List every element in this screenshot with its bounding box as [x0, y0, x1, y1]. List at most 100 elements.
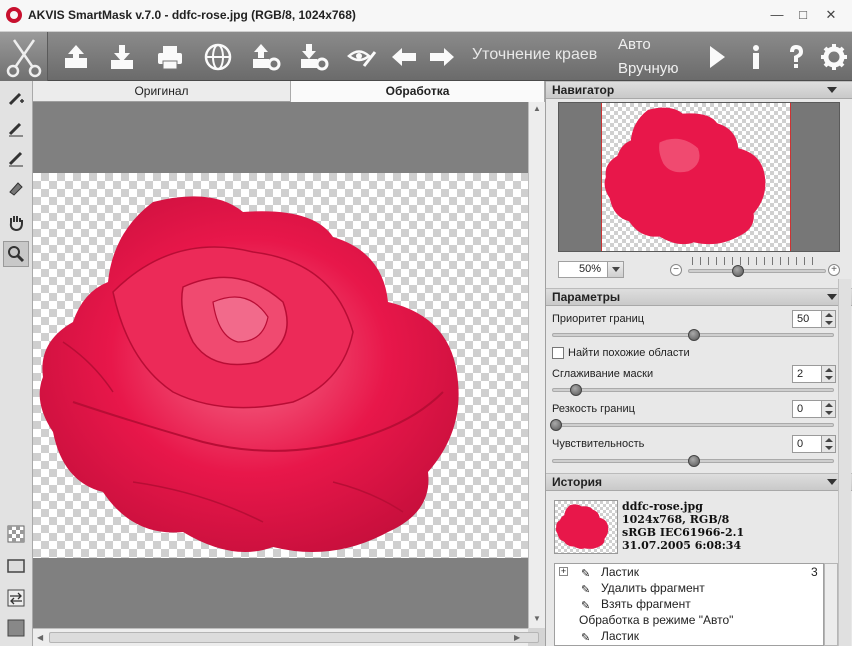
magic-brush-tool[interactable]: [3, 145, 29, 171]
edge-priority-knob[interactable]: [688, 329, 700, 341]
brush-icon: [8, 151, 23, 167]
eye-pencil-icon: [347, 50, 377, 67]
history-item[interactable]: Удалить фрагмент: [601, 581, 705, 595]
zoom-tool[interactable]: [3, 241, 29, 267]
scroll-thumb[interactable]: [49, 632, 539, 643]
history-scrollbar[interactable]: [824, 563, 838, 646]
background-type-button[interactable]: [3, 521, 29, 547]
spinner-arrows-icon[interactable]: [821, 366, 835, 382]
mask-smoothing-slider[interactable]: [552, 388, 834, 392]
history-item[interactable]: Ластик: [601, 629, 639, 643]
zoom-select[interactable]: 50%: [558, 261, 624, 278]
main-toolbar: Уточнение краев Авто Вручную: [0, 32, 852, 81]
tab-processing[interactable]: Обработка: [291, 81, 545, 102]
redo-button[interactable]: [424, 39, 460, 75]
navigator-image: [601, 103, 791, 251]
zoom-in-button[interactable]: +: [828, 264, 840, 276]
remove-pencil-tool[interactable]: [3, 115, 29, 141]
canvas-horizontal-scrollbar[interactable]: ◀ ▶: [33, 628, 539, 646]
parameters-title: Параметры: [552, 290, 621, 304]
about-button[interactable]: [738, 39, 774, 75]
rose-image: [39, 196, 459, 552]
spinner-arrows-icon[interactable]: [821, 311, 835, 327]
rose-thumbnail: [555, 504, 609, 549]
zoom-out-button[interactable]: −: [670, 264, 682, 276]
scroll-up-icon[interactable]: ▲: [533, 104, 541, 113]
pencil-icon: ✎: [581, 600, 591, 612]
sensitivity-knob[interactable]: [688, 455, 700, 467]
minimize-button[interactable]: —: [766, 6, 788, 24]
settings-button[interactable]: [816, 39, 852, 75]
find-similar-checkbox[interactable]: [552, 347, 564, 359]
expand-icon[interactable]: +: [559, 567, 568, 576]
sensitivity-value: 0: [797, 438, 804, 450]
upload-gear-icon: [253, 44, 281, 71]
export-settings-button[interactable]: [296, 39, 332, 75]
akvis-logo-icon: [6, 7, 22, 23]
scroll-right-icon[interactable]: ▶: [514, 633, 520, 642]
edge-sharpness-knob[interactable]: [550, 419, 562, 431]
sensitivity-spinner[interactable]: 0: [792, 435, 836, 453]
hand-icon: [9, 216, 23, 231]
scroll-left-icon[interactable]: ◀: [37, 633, 43, 642]
chevron-down-icon[interactable]: [607, 262, 623, 277]
printer-icon: [158, 46, 182, 70]
scroll-down-icon[interactable]: ▼: [533, 614, 541, 623]
mode-manual-button[interactable]: Вручную: [618, 60, 679, 77]
mask-smoothing-value: 2: [797, 368, 804, 380]
navigator-header[interactable]: Навигатор: [546, 81, 852, 99]
spinner-arrows-icon[interactable]: [821, 401, 835, 417]
info-icon: [753, 45, 759, 69]
spinner-arrows-icon[interactable]: [821, 436, 835, 452]
find-similar-label: Найти похожие области: [568, 347, 690, 359]
preview-button[interactable]: [344, 39, 380, 75]
parameters-header[interactable]: Параметры: [546, 288, 852, 306]
run-button[interactable]: [698, 39, 734, 75]
swap-button[interactable]: [3, 585, 29, 611]
zoom-value: 50%: [578, 263, 601, 275]
play-icon: [710, 46, 725, 68]
rectangle-icon: [7, 559, 25, 573]
open-button[interactable]: [58, 39, 94, 75]
history-item[interactable]: Ластик: [601, 565, 639, 579]
swap-arrows-icon: [7, 589, 25, 607]
background-color-button[interactable]: [3, 615, 29, 641]
share-button[interactable]: [200, 39, 236, 75]
mask-smoothing-knob[interactable]: [570, 384, 582, 396]
history-header[interactable]: История: [546, 473, 852, 491]
navigator-preview[interactable]: [558, 102, 840, 252]
zoom-slider-knob[interactable]: [732, 265, 744, 277]
frame-button[interactable]: [3, 553, 29, 579]
hand-tool[interactable]: [3, 209, 29, 235]
edge-priority-spinner[interactable]: 50: [792, 310, 836, 328]
arrow-right-icon: [430, 48, 454, 66]
collapse-icon[interactable]: [827, 87, 837, 93]
history-item[interactable]: Обработка в режиме "Авто": [579, 613, 733, 627]
collapse-icon[interactable]: [827, 294, 837, 300]
maximize-button[interactable]: □: [792, 6, 814, 24]
keep-pencil-tool[interactable]: [3, 85, 29, 111]
help-button[interactable]: [778, 39, 814, 75]
panel-scrollbar[interactable]: [838, 279, 851, 646]
question-icon: [790, 45, 803, 68]
print-button[interactable]: [152, 39, 188, 75]
edge-sharpness-slider[interactable]: [552, 423, 834, 427]
undo-button[interactable]: [386, 39, 422, 75]
zoom-slider[interactable]: [688, 269, 826, 273]
history-item[interactable]: Взять фрагмент: [601, 597, 691, 611]
canvas-vertical-scrollbar[interactable]: ▲ ▼: [528, 102, 545, 628]
refine-edges-label[interactable]: Уточнение краев: [472, 46, 597, 64]
save-button[interactable]: [104, 39, 140, 75]
color-swatch-icon: [7, 619, 25, 637]
history-list[interactable]: + ✎ Ластик 3 ✎ Удалить фрагмент ✎ Взять …: [554, 563, 824, 646]
eraser-tool[interactable]: [3, 175, 29, 201]
image-canvas[interactable]: [33, 102, 528, 628]
import-settings-button[interactable]: [248, 39, 284, 75]
close-button[interactable]: ✕: [820, 6, 842, 24]
collapse-icon[interactable]: [827, 479, 837, 485]
edge-sharpness-spinner[interactable]: 0: [792, 400, 836, 418]
tab-original[interactable]: Оригинал: [33, 81, 291, 102]
tools-panel: [0, 81, 33, 646]
mode-auto-button[interactable]: Авто: [618, 36, 651, 53]
mask-smoothing-spinner[interactable]: 2: [792, 365, 836, 383]
